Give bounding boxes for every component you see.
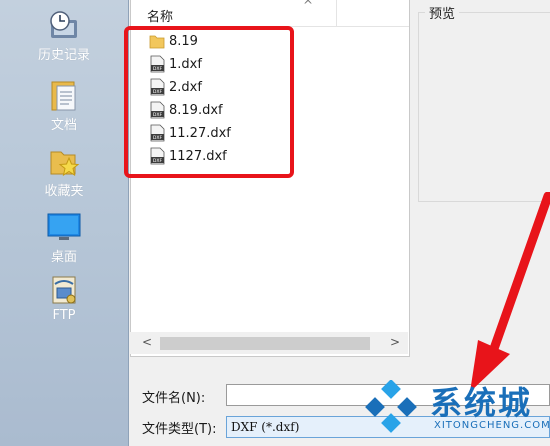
place-ftp[interactable]: FTP (0, 274, 128, 323)
scroll-right-arrow-icon[interactable]: > (390, 335, 400, 349)
place-favorites[interactable]: 收藏夹 (0, 146, 128, 199)
column-name-label: 名称 (147, 10, 174, 25)
filetype-label: 文件类型(T): (142, 422, 217, 437)
scrollbar-thumb[interactable] (160, 337, 370, 350)
places-bar: 历史记录 文档 收藏夹 桌面 FTP (0, 0, 129, 446)
place-desktop[interactable]: 桌面 (0, 212, 128, 265)
highlight-annotation-box (124, 26, 294, 178)
watermark-text-cn: 系统城 (430, 384, 533, 422)
filename-label: 文件名(N): (142, 391, 206, 406)
history-clock-icon (50, 11, 77, 38)
place-favorites-label: 收藏夹 (44, 184, 84, 199)
sort-ascending-icon: ^ (303, 0, 314, 12)
watermark-logo: 系统城 XITONGCHENG.COM (356, 372, 550, 446)
place-documents-label: 文档 (50, 118, 77, 133)
preview-label: 预览 (425, 3, 460, 22)
horizontal-scrollbar[interactable]: < > (130, 332, 408, 354)
place-desktop-label: 桌面 (50, 250, 77, 265)
place-history[interactable]: 历史记录 (0, 10, 128, 63)
place-ftp-label: FTP (52, 308, 76, 323)
preview-panel: 预览 (418, 3, 550, 202)
diamond-logo-icon (365, 380, 417, 433)
scroll-left-arrow-icon[interactable]: < (142, 335, 152, 349)
column-divider[interactable] (336, 0, 337, 26)
favorites-star-folder-icon (50, 151, 80, 177)
documents-icon (51, 81, 76, 111)
watermark-text-en: XITONGCHENG.COM (434, 420, 550, 431)
place-documents[interactable]: 文档 (0, 80, 128, 133)
filetype-value: DXF (*.dxf) (231, 420, 300, 434)
ftp-icon (52, 276, 76, 304)
red-arrow-annotation (470, 192, 550, 392)
column-header-name[interactable]: 名称 ^ (131, 0, 409, 27)
place-history-label: 历史记录 (37, 48, 90, 63)
desktop-monitor-icon (47, 213, 81, 240)
